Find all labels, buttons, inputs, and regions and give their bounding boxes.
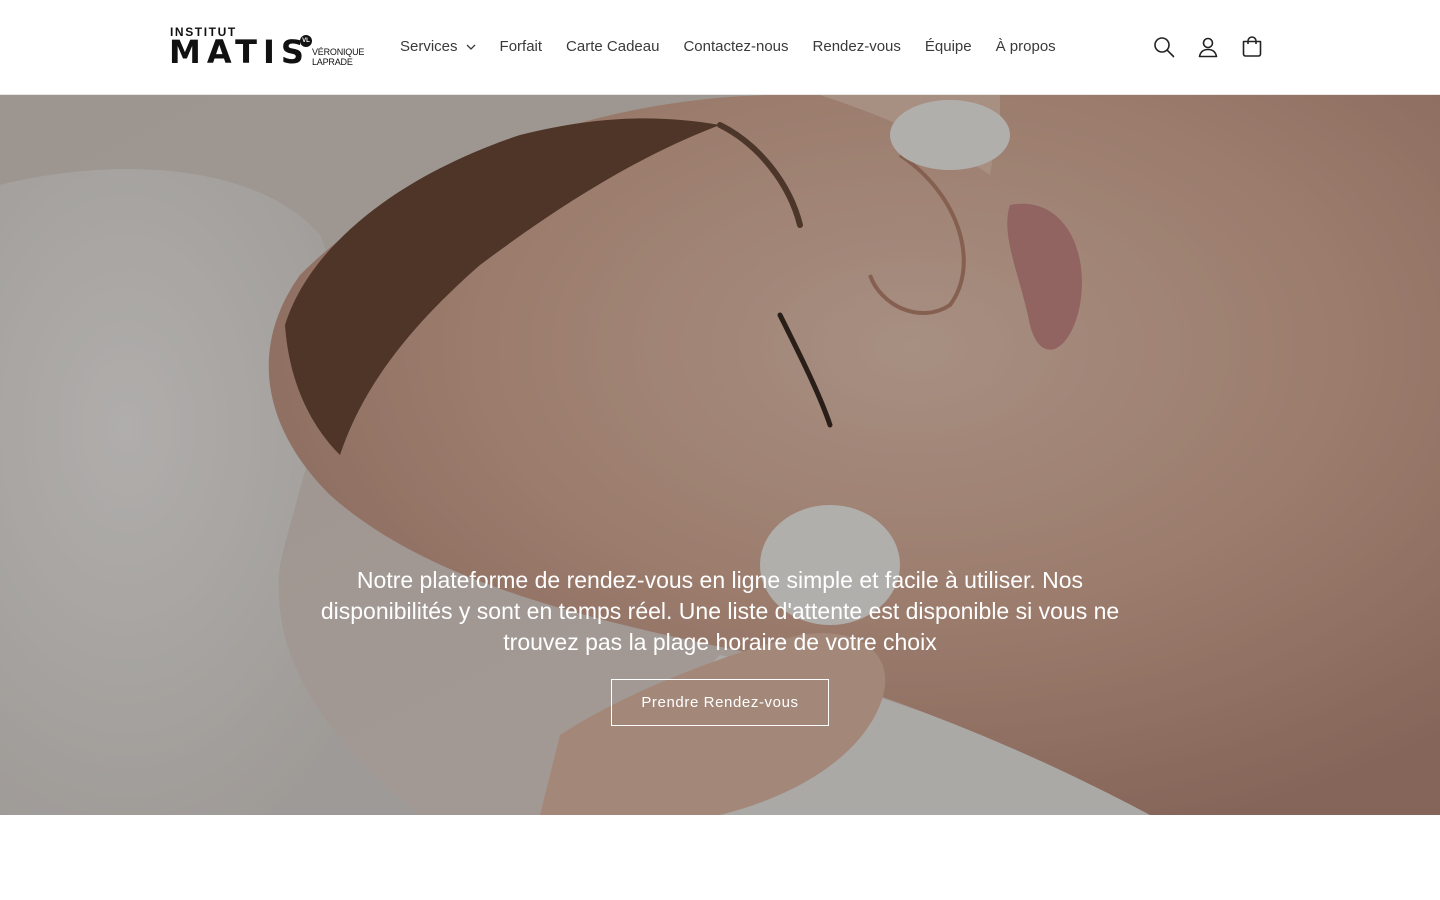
nav-item-rendez-vous[interactable]: Rendez-vous bbox=[801, 33, 913, 61]
brand-subtitle-line1: VÉRONIQUE bbox=[312, 47, 365, 57]
nav-item-a-propos[interactable]: À propos bbox=[984, 33, 1068, 61]
nav-item-forfait[interactable]: Forfait bbox=[488, 33, 555, 61]
hero-content: Notre plateforme de rendez-vous en ligne… bbox=[290, 565, 1150, 726]
account-icon bbox=[1198, 37, 1218, 58]
brand-name: MATIS bbox=[169, 33, 310, 71]
nav-item-label: Équipe bbox=[924, 38, 972, 55]
nav-item-label: Carte Cadeau bbox=[566, 38, 660, 55]
nav-item-label: À propos bbox=[995, 38, 1056, 55]
brand-subtitle-line2: LAPRADE bbox=[312, 57, 353, 67]
nav-item-label: Contactez-nous bbox=[683, 38, 789, 55]
nav-item-label: Forfait bbox=[499, 38, 543, 55]
site-header: INSTITUT MATIS VL VÉRONIQUE LAPRADE Serv… bbox=[0, 0, 1440, 95]
cart-icon bbox=[1242, 36, 1262, 57]
main-nav: Services Forfait Carte Cadeau Contactez-… bbox=[388, 33, 1068, 61]
header-icons bbox=[1142, 25, 1274, 69]
nav-item-label: Services bbox=[400, 38, 458, 55]
brand-logo[interactable]: INSTITUT MATIS VL VÉRONIQUE LAPRADE bbox=[169, 24, 364, 72]
cart-button[interactable] bbox=[1230, 25, 1274, 69]
hero-description: Notre plateforme de rendez-vous en ligne… bbox=[320, 567, 1120, 655]
search-icon bbox=[1154, 37, 1175, 58]
nav-item-contactez-nous[interactable]: Contactez-nous bbox=[671, 33, 800, 61]
hero-banner: Notre plateforme de rendez-vous en ligne… bbox=[0, 95, 1440, 815]
chevron-down-icon bbox=[466, 44, 476, 50]
nav-item-services[interactable]: Services bbox=[388, 33, 488, 61]
nav-item-carte-cadeau[interactable]: Carte Cadeau bbox=[554, 33, 671, 61]
brand-badge: VL bbox=[300, 35, 312, 47]
book-appointment-button[interactable]: Prendre Rendez-vous bbox=[611, 679, 829, 726]
search-button[interactable] bbox=[1142, 25, 1186, 69]
nav-item-label: Rendez-vous bbox=[812, 38, 901, 55]
nav-item-equipe[interactable]: Équipe bbox=[913, 33, 984, 61]
brand-subtitle: VÉRONIQUE LAPRADE bbox=[312, 47, 372, 67]
account-button[interactable] bbox=[1186, 25, 1230, 69]
